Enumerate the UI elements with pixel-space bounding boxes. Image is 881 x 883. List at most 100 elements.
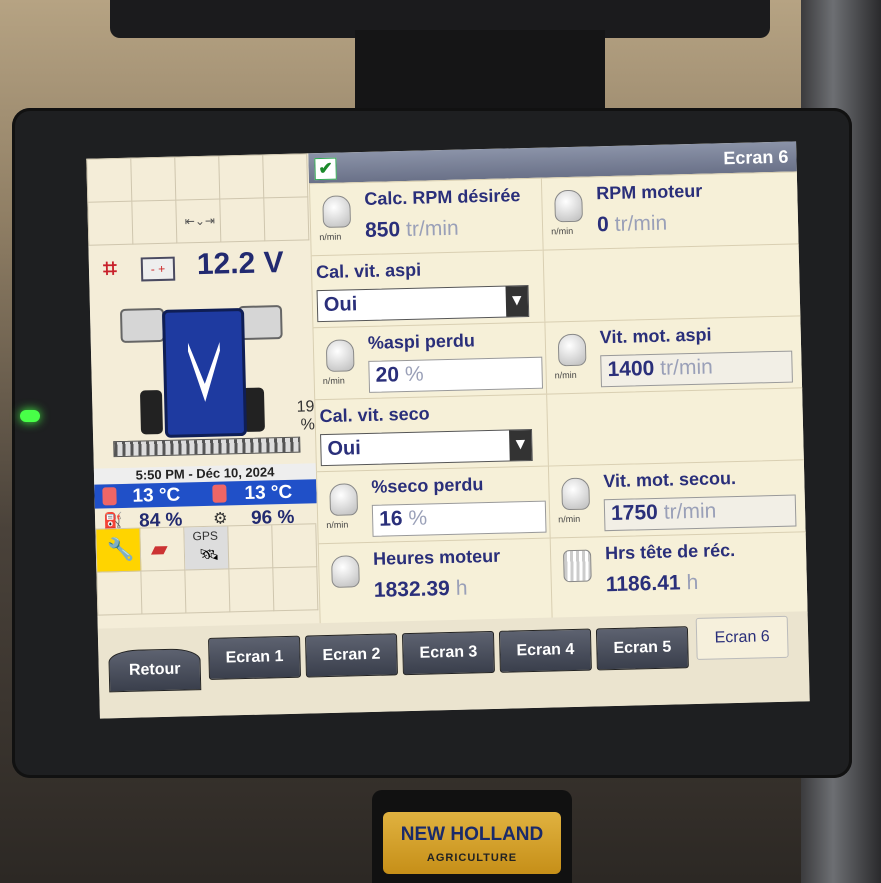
dropdown-arrow-icon: ▼: [505, 286, 529, 317]
voltage-value: 12.2 V: [196, 245, 284, 282]
grid-cell[interactable]: ⇤⌄⇥: [176, 199, 222, 244]
harvester-body: [161, 307, 248, 438]
vit-mot-secou-card[interactable]: n/min Vit. mot. secou. 1750 tr/min: [547, 459, 808, 540]
left-status-panel: ⇤⌄⇥ ⌗ - + 12.2 V 19 % 5:50 PM - Déc 10, …: [86, 153, 320, 629]
tab-ecran-1[interactable]: Ecran 1: [208, 635, 302, 680]
grid-cell[interactable]: [132, 200, 178, 245]
vit-mot-aspi-value: 1400 tr/min: [607, 355, 714, 382]
seco-perdu-card[interactable]: n/min %seco perdu 16%: [315, 465, 552, 546]
icon-unit: n/min: [322, 375, 345, 387]
icon-unit: n/min: [319, 231, 342, 243]
side-percent: 19 %: [296, 398, 316, 434]
icon-unit: n/min: [326, 519, 349, 531]
grid-cell[interactable]: [220, 198, 266, 243]
thermometer-icon: [102, 487, 117, 506]
cal-vit-aspi-label: Cal. vit. aspi: [315, 259, 422, 283]
grid-cell[interactable]: [141, 570, 187, 615]
new-holland-logo: NEW HOLLAND AGRICULTURE: [383, 812, 561, 874]
aspi-perdu-card[interactable]: n/min %aspi perdu 20%: [312, 321, 549, 402]
seco-perdu-value: 16%: [378, 506, 428, 531]
shaker-gauge-icon: [329, 483, 359, 516]
icon-unit: n/min: [554, 369, 577, 381]
manual-shortcut[interactable]: ▰: [140, 527, 186, 572]
tools-shortcut[interactable]: 🔧: [96, 528, 142, 573]
fan-gauge-icon: [557, 333, 587, 367]
heures-moteur-card[interactable]: Heures moteur 1832.39 h: [317, 537, 554, 626]
engine-hours-icon: [331, 555, 360, 588]
icon-unit: n/min: [551, 225, 574, 237]
temp-left: 13 °C: [132, 484, 181, 507]
grid-cell[interactable]: [219, 155, 265, 200]
screen-title: Ecran 6: [723, 146, 789, 169]
empty-card: [542, 243, 803, 324]
tab-ecran-5[interactable]: Ecran 5: [595, 626, 689, 671]
hydraulic-temp-icon: [212, 484, 227, 503]
seco-perdu-input[interactable]: 16%: [371, 500, 547, 537]
vit-mot-secou-input[interactable]: 1750 tr/min: [603, 494, 797, 532]
aspi-perdu-value: 20%: [375, 362, 424, 387]
tab-retour[interactable]: Retour: [108, 648, 202, 693]
satellite-icon: 🛰: [198, 546, 220, 565]
cal-vit-seco-select[interactable]: Oui ▼: [320, 428, 533, 467]
rpm-gauge-icon: [322, 195, 352, 228]
cal-vit-aspi-select[interactable]: Oui ▼: [316, 284, 530, 323]
fan-gauge-icon: [325, 339, 355, 372]
hrs-tete-label: Hrs tête de réc.: [604, 540, 736, 564]
vit-mot-aspi-input[interactable]: 1400 tr/min: [600, 350, 793, 388]
book-icon: ▰: [150, 535, 169, 562]
tab-ecran-3[interactable]: Ecran 3: [401, 630, 495, 676]
harvester-wheel: [139, 389, 164, 435]
cal-vit-seco-card: Cal. vit. seco Oui ▼: [314, 393, 550, 474]
vit-mot-aspi-label: Vit. mot. aspi: [599, 324, 712, 348]
grid-cell[interactable]: [263, 154, 309, 199]
temp-right: 13 °C: [244, 481, 293, 504]
grid-cell[interactable]: [272, 524, 318, 569]
header-hours-icon: [562, 549, 592, 583]
parameter-cards: n/min Calc. RPM désirée 850 tr/min n/min …: [308, 171, 810, 626]
harvester-head-bar: [113, 436, 301, 458]
vit-mot-aspi-card[interactable]: n/min Vit. mot. aspi 1400 tr/min: [544, 315, 805, 396]
rpm-moteur-card[interactable]: n/min RPM moteur 0 tr/min: [540, 171, 801, 252]
hrs-tete-card[interactable]: Hrs tête de réc. 1186.41 h: [549, 531, 810, 620]
grid-cell[interactable]: [264, 197, 310, 242]
checkbox-check-icon[interactable]: ✔: [314, 157, 337, 181]
grid-cell[interactable]: [228, 525, 274, 570]
tab-ecran-2[interactable]: Ecran 2: [304, 633, 398, 678]
grid-cell[interactable]: [131, 157, 177, 202]
calc-rpm-label: Calc. RPM désirée: [364, 185, 521, 209]
grid-cell[interactable]: [88, 201, 134, 246]
cal-vit-seco-selected: Oui: [327, 437, 362, 460]
grid-cell[interactable]: [175, 156, 221, 201]
rpm-moteur-value: 0 tr/min: [596, 211, 668, 237]
vit-mot-secou-value: 1750 tr/min: [610, 499, 717, 526]
tab-ecran-4[interactable]: Ecran 4: [498, 628, 592, 673]
harvester-logo-icon: [188, 342, 221, 403]
gps-label: GPS: [192, 528, 219, 544]
aspi-perdu-input[interactable]: 20%: [368, 356, 544, 393]
calc-rpm-value: 850 tr/min: [364, 216, 459, 242]
shaker-gauge-icon: [561, 477, 590, 511]
grid-cell[interactable]: [273, 567, 319, 612]
screen-tabs: Retour Ecran 1 Ecran 2 Ecran 3 Ecran 4 E…: [97, 611, 810, 719]
gps-shortcut[interactable]: GPS 🛰: [184, 526, 230, 571]
grid-cell[interactable]: [97, 571, 143, 616]
grid-cell[interactable]: [87, 158, 133, 203]
hrs-tete-value: 1186.41 h: [605, 570, 699, 597]
tab-ecran-6[interactable]: Ecran 6: [695, 615, 789, 660]
cal-vit-aspi-selected: Oui: [323, 293, 358, 316]
display-mount: [355, 30, 605, 120]
icon-unit: n/min: [558, 513, 581, 525]
power-led-icon: [20, 410, 40, 422]
grid-cell[interactable]: [229, 568, 275, 613]
heures-moteur-label: Heures moteur: [372, 545, 501, 569]
dropdown-arrow-icon: ▼: [509, 429, 532, 461]
battery-icon: - +: [140, 256, 176, 282]
calc-rpm-card[interactable]: n/min Calc. RPM désirée 850 tr/min: [308, 177, 545, 258]
brand-sub: AGRICULTURE: [426, 852, 518, 864]
shortcut-grid-top: ⇤⌄⇥: [86, 153, 310, 246]
cal-vit-aspi-card: Cal. vit. aspi Oui ▼: [310, 249, 547, 330]
cal-vit-seco-label: Cal. vit. seco: [319, 403, 430, 427]
aspi-perdu-label: %aspi perdu: [367, 330, 476, 353]
heures-moteur-value: 1832.39 h: [373, 576, 468, 602]
grid-cell[interactable]: [185, 569, 231, 614]
